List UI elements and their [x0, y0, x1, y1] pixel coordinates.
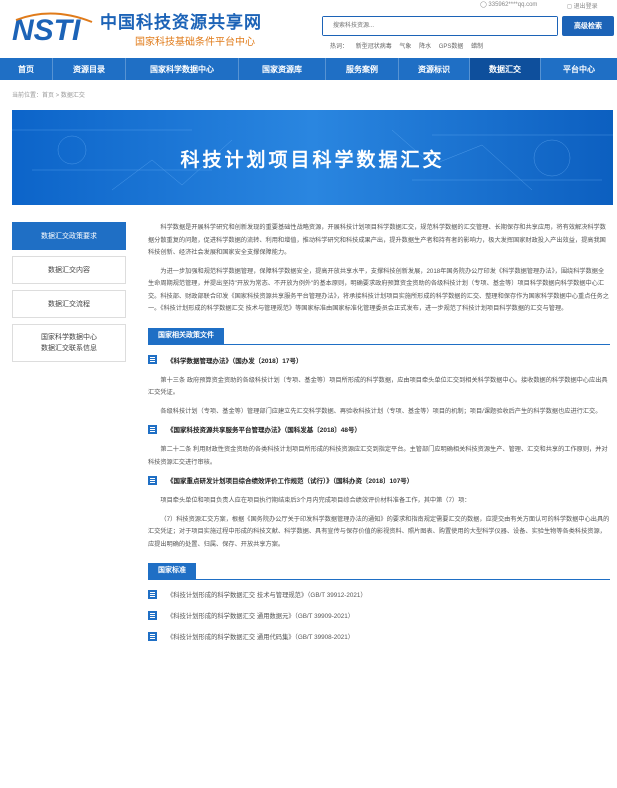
- hot-word[interactable]: GPS数据: [439, 44, 464, 50]
- document-icon: [148, 632, 157, 641]
- policy-document[interactable]: 《国家科技资源共享服务平台管理办法》（国科发基〔2018〕48号）: [148, 424, 610, 434]
- nav-data-submission[interactable]: 数据汇交: [470, 58, 540, 80]
- nav-resource-library[interactable]: 国家资源库: [239, 58, 325, 80]
- sidebar-item-process[interactable]: 数据汇交流程: [12, 290, 126, 318]
- user-account[interactable]: ◯ 335962****qq.com: [480, 1, 537, 8]
- policy-document[interactable]: 《国家重点研发计划项目综合绩效评价工作规范（试行）》（国科办资〔2018〕107…: [148, 475, 610, 485]
- standard-item[interactable]: 《科技计划形成的科学数据汇交 技术与管理规范》（GB/T 39912-2021）: [148, 590, 610, 599]
- nsti-logo[interactable]: NSTI: [12, 10, 94, 46]
- policy-paragraph: 为进一步加强和规范科学数据管理，保障科学数据安全，提高开放共享水平，支撑科技创新…: [148, 267, 609, 313]
- nav-home[interactable]: 首页: [0, 58, 52, 80]
- hot-words: 热词： 新型冠状病毒 气象 降水 GPS数据 蜡制: [330, 41, 489, 50]
- sidebar-item-content[interactable]: 数据汇交内容: [12, 256, 126, 284]
- policy-text: 各级科技计划（专项、基金等）管理部门应建立先汇交科学数据、再验收科技计划（专项、…: [160, 407, 602, 415]
- section-title-policy: 国家相关政策文件: [148, 327, 224, 344]
- policy-text: （7）科技资源汇交方案，根据《国务院办公厅关于印发科学数据管理办法的通知》的要求…: [148, 515, 610, 548]
- document-icon: [148, 355, 157, 364]
- document-icon: [148, 590, 157, 599]
- document-icon: [148, 424, 157, 434]
- section-divider: [148, 343, 610, 345]
- sidebar-item-policy[interactable]: 数据汇交政策要求: [12, 222, 126, 250]
- site-subtitle: 国家科技基础条件平台中心: [135, 37, 255, 48]
- section-divider: [148, 579, 610, 580]
- site-name: 中国科技资源共享网: [100, 13, 262, 32]
- sidebar-item-contact[interactable]: 国家科学数据中心 数据汇交联系信息: [12, 324, 126, 362]
- nav-platform-center[interactable]: 平台中心: [541, 58, 617, 80]
- advanced-search-button[interactable]: 高级检索: [562, 16, 614, 36]
- policy-text: 项目牵头单位和项目负责人应在项目执行期结束后3个月内完成项目综合绩效评价材料准备…: [160, 497, 471, 504]
- nav-resource-catalog[interactable]: 资源目录: [53, 58, 125, 80]
- sidebar: 数据汇交政策要求 数据汇交内容 数据汇交流程 国家科学数据中心 数据汇交联系信息: [12, 222, 126, 368]
- document-icon: [148, 611, 157, 620]
- standard-item[interactable]: 《科技计划形成的科学数据汇交 通用代码集》（GB/T 39908-2021）: [148, 632, 610, 641]
- hot-word[interactable]: 蜡制: [471, 44, 483, 50]
- main-content: 科学数据是开展科学研究和创新发现的重要基础性战略资源，开展科技计划项目科学数据汇…: [148, 222, 610, 653]
- hot-word[interactable]: 气象: [399, 44, 411, 50]
- section-title-standards: 国家标准: [148, 563, 196, 579]
- hot-word[interactable]: 新型冠状病毒: [356, 44, 392, 50]
- standard-item[interactable]: 《科技计划形成的科学数据汇交 通用数据元》（GB/T 39909-2021）: [148, 611, 610, 620]
- banner: 科技计划项目科学数据汇交: [12, 110, 613, 205]
- search-input[interactable]: [323, 17, 557, 35]
- document-icon: [148, 475, 157, 485]
- breadcrumb: 当前位置：首页 > 数据汇交: [12, 93, 85, 99]
- policy-text: 第二十二条 利用财政性资金资助的各类科技计划项目所形成的科技资源应汇交到指定平台…: [148, 446, 608, 466]
- banner-title: 科技计划项目科学数据汇交: [180, 150, 445, 171]
- header: NSTI 中国科技资源共享网 国家科技基础条件平台中心 ◯ 335962****…: [0, 0, 617, 56]
- nav-data-center[interactable]: 国家科学数据中心: [126, 58, 238, 80]
- hot-words-label: 热词：: [330, 44, 349, 50]
- intro-paragraph: 科学数据是开展科学研究和创新发现的重要基础性战略资源，开展科技计划项目科学数据汇…: [148, 224, 606, 256]
- nav-service-cases[interactable]: 服务案例: [326, 58, 398, 80]
- hot-word[interactable]: 降水: [419, 44, 431, 50]
- logout-link[interactable]: ◻ 退出登录: [567, 1, 598, 10]
- main-nav: 首页 资源目录 国家科学数据中心 国家资源库 服务案例 资源标识 数据汇交 平台…: [0, 58, 617, 80]
- search-box: [322, 16, 558, 36]
- nav-resource-id[interactable]: 资源标识: [399, 58, 469, 80]
- logout-icon: ◻: [567, 4, 574, 10]
- policy-text: 第十三条 政府预算资金资助的各级科技计划（专项、基金等）项目所形成的科学数据，应…: [148, 376, 608, 397]
- policy-document[interactable]: 《科学数据管理办法》（国办发〔2018〕17号）: [148, 355, 610, 365]
